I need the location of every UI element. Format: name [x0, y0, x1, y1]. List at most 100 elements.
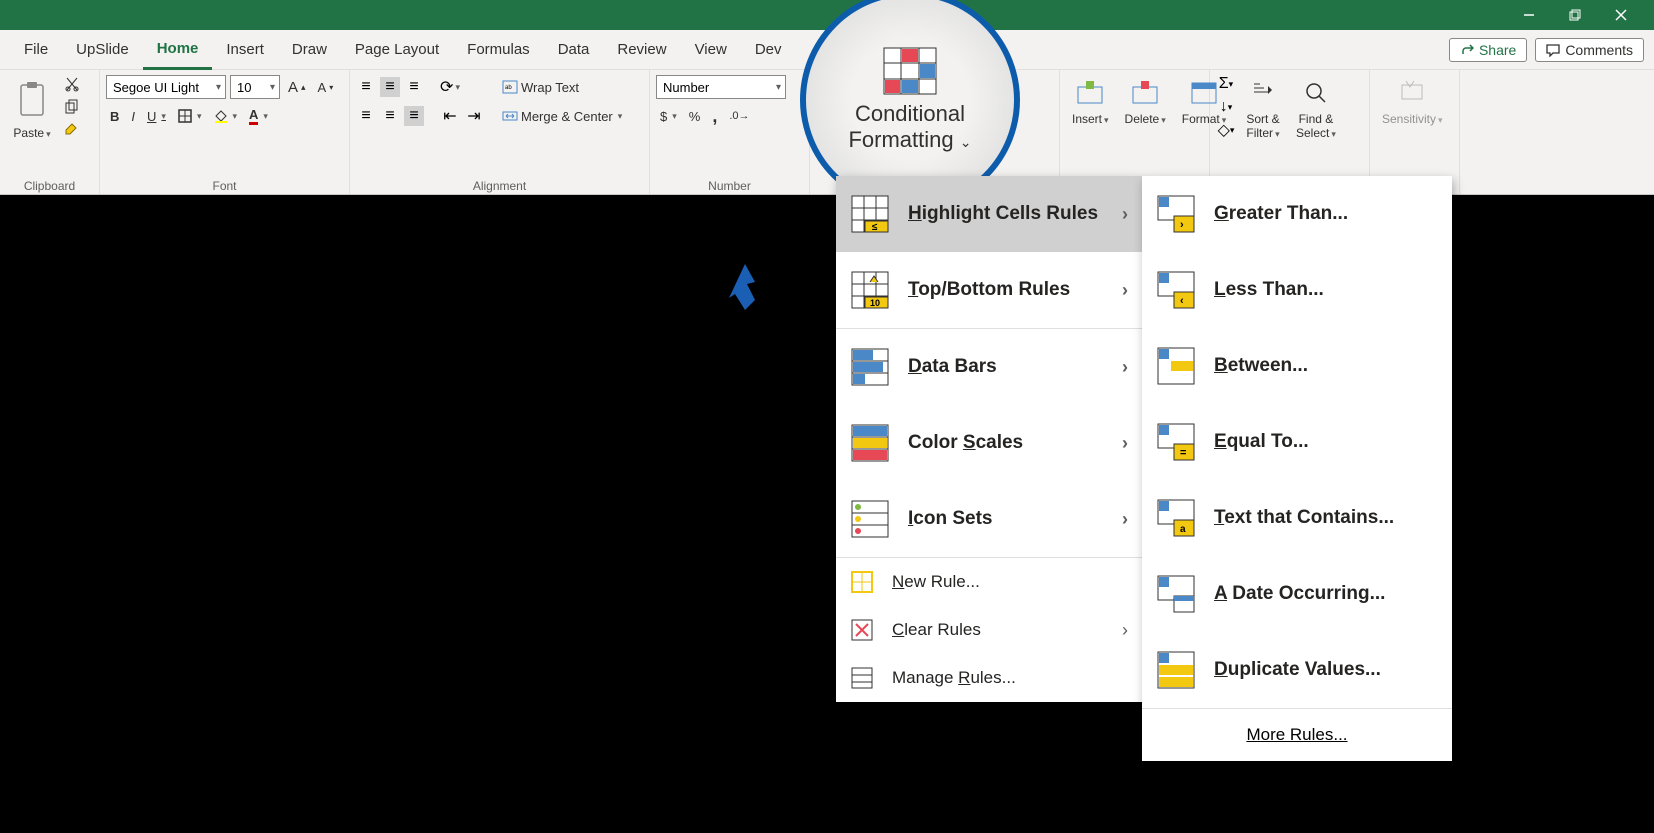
decrease-indent-icon[interactable]: ⇤ [440, 106, 460, 126]
sort-filter-button[interactable]: Sort &Filter [1240, 74, 1286, 143]
bold-button[interactable]: B [106, 107, 123, 126]
svg-text:‹: ‹ [1180, 295, 1184, 307]
share-label: Share [1479, 42, 1516, 58]
merge-center-button[interactable]: Merge & Center [498, 103, 626, 129]
comments-label: Comments [1565, 42, 1633, 58]
tab-upslide[interactable]: UpSlide [62, 30, 143, 70]
chevron-right-icon: › [1122, 280, 1128, 301]
svg-text:a: a [1180, 524, 1186, 535]
decrease-font-icon[interactable]: A▾ [314, 78, 338, 97]
cursor-icon [720, 262, 770, 312]
align-bottom-icon[interactable]: ≡ [404, 77, 424, 97]
menu-clear-rules[interactable]: Clear Rules › [836, 606, 1142, 654]
font-name-combo[interactable]: Segoe UI Light [106, 75, 226, 99]
bucket-icon [213, 109, 227, 123]
titlebar [0, 0, 1654, 30]
paste-button[interactable]: Paste [6, 74, 58, 142]
submenu-between[interactable]: Between... [1142, 328, 1452, 404]
tab-view[interactable]: View [681, 30, 741, 70]
font-color-button[interactable]: A [245, 105, 272, 127]
svg-text:›: › [1180, 219, 1184, 231]
less-than-icon: ‹ [1156, 270, 1196, 310]
align-middle-icon[interactable]: ≡ [380, 77, 400, 97]
comma-button[interactable]: , [708, 104, 721, 129]
menu-top-bottom-rules[interactable]: 10 Top/Bottom Rules › [836, 252, 1142, 328]
tab-file[interactable]: File [10, 30, 62, 70]
borders-button[interactable] [174, 107, 206, 125]
svg-text:≤: ≤ [872, 222, 878, 233]
increase-indent-icon[interactable]: ⇥ [464, 106, 484, 126]
cut-icon[interactable] [62, 74, 82, 94]
share-button[interactable]: Share [1449, 38, 1527, 62]
tab-formulas[interactable]: Formulas [453, 30, 544, 70]
autosum-icon[interactable]: Σ▾ [1216, 74, 1236, 94]
tab-home[interactable]: Home [143, 30, 213, 70]
comments-button[interactable]: Comments [1535, 38, 1644, 62]
tab-insert[interactable]: Insert [212, 30, 278, 70]
submenu-greater-than[interactable]: › Greater Than... [1142, 176, 1452, 252]
underline-button[interactable]: U [143, 107, 170, 126]
menu-data-bars[interactable]: Data Bars › [836, 329, 1142, 405]
tab-review[interactable]: Review [603, 30, 680, 70]
submenu-more-rules[interactable]: More Rules... [1142, 709, 1452, 761]
tab-dev[interactable]: Dev [741, 30, 796, 70]
percent-button[interactable]: % [685, 107, 705, 126]
chevron-right-icon: › [1122, 433, 1128, 454]
italic-button[interactable]: I [127, 107, 139, 126]
minimize-button[interactable] [1506, 0, 1552, 30]
comment-icon [1546, 43, 1560, 57]
delete-cells-button[interactable]: Delete [1119, 74, 1172, 128]
tab-draw[interactable]: Draw [278, 30, 341, 70]
submenu-less-than[interactable]: ‹ Less Than... [1142, 252, 1452, 328]
submenu-equal-to[interactable]: = Equal To... [1142, 404, 1452, 480]
menu-highlight-cells-rules[interactable]: ≤ Highlight Cells Rules › [836, 176, 1142, 252]
font-size-combo[interactable]: 10 [230, 75, 280, 99]
submenu-date-occurring[interactable]: A Date Occurring... [1142, 556, 1452, 632]
orientation-icon[interactable]: ⟳ [440, 77, 460, 97]
chevron-right-icon: › [1122, 204, 1128, 225]
maximize-button[interactable] [1552, 0, 1598, 30]
between-icon [1156, 346, 1196, 386]
tab-data[interactable]: Data [544, 30, 604, 70]
fill-icon[interactable]: ↓▾ [1216, 97, 1236, 117]
copy-icon[interactable] [62, 97, 82, 117]
search-icon [1299, 76, 1333, 110]
tab-page-layout[interactable]: Page Layout [341, 30, 453, 70]
svg-text:ab: ab [505, 85, 512, 91]
top-bottom-icon: 10 [850, 270, 890, 310]
menu-new-rule[interactable]: New Rule... [836, 558, 1142, 606]
menu-color-scales[interactable]: Color Scales › [836, 405, 1142, 481]
chevron-right-icon: › [1122, 620, 1128, 641]
close-button[interactable] [1598, 0, 1644, 30]
equal-to-icon: = [1156, 422, 1196, 462]
highlight-cells-submenu: › Greater Than... ‹ Less Than... Between… [1142, 176, 1452, 761]
chevron-right-icon: › [1122, 357, 1128, 378]
date-icon [1156, 574, 1196, 614]
align-left-icon[interactable]: ≡ [356, 106, 376, 126]
greater-than-icon: › [1156, 194, 1196, 234]
sensitivity-icon [1395, 76, 1429, 110]
svg-text:=: = [1180, 447, 1186, 459]
increase-font-icon[interactable]: A▴ [284, 77, 310, 98]
find-select-button[interactable]: Find &Select [1290, 74, 1342, 143]
wrap-text-button[interactable]: ab Wrap Text [498, 74, 626, 100]
align-center-icon[interactable]: ≡ [380, 106, 400, 126]
fill-color-button[interactable] [209, 107, 241, 125]
clear-icon[interactable]: ◇▾ [1216, 120, 1236, 140]
format-painter-icon[interactable] [62, 120, 82, 140]
ribbon-tabs: File UpSlide Home Insert Draw Page Layou… [0, 30, 1654, 70]
menu-manage-rules[interactable]: Manage Rules... [836, 654, 1142, 702]
currency-button[interactable]: $ [656, 107, 681, 126]
submenu-duplicate-values[interactable]: Duplicate Values... [1142, 632, 1452, 708]
number-format-combo[interactable]: Number [656, 75, 786, 99]
align-top-icon[interactable]: ≡ [356, 77, 376, 97]
sensitivity-button[interactable]: Sensitivity [1376, 74, 1449, 128]
align-right-icon[interactable]: ≡ [404, 106, 424, 126]
submenu-text-contains[interactable]: a Text that Contains... [1142, 480, 1452, 556]
group-label-font: Font [106, 177, 343, 194]
increase-decimal-icon[interactable]: .0→ [725, 108, 753, 124]
chevron-right-icon: › [1122, 509, 1128, 530]
sort-icon [1246, 76, 1280, 110]
menu-icon-sets[interactable]: Icon Sets › [836, 481, 1142, 557]
insert-cells-button[interactable]: Insert [1066, 74, 1115, 128]
